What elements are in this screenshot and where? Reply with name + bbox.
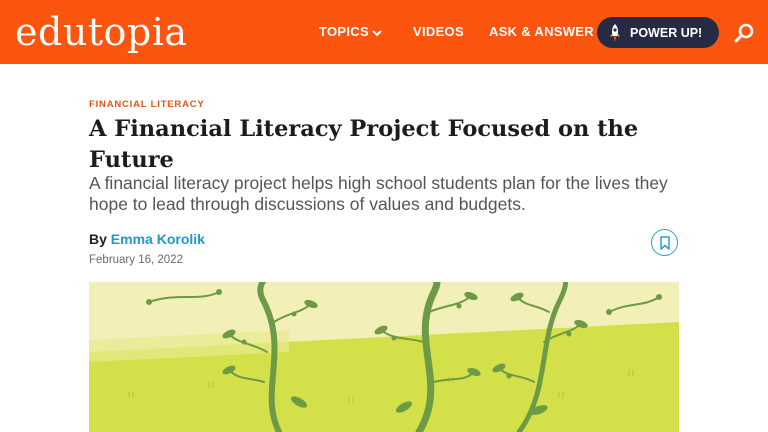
byline: By Emma Korolik	[89, 231, 205, 247]
nav-topics-label: TOPICS	[319, 24, 369, 39]
byline-prefix: By	[89, 231, 107, 247]
edutopia-logo[interactable]: edutopia	[15, 8, 188, 56]
article-title: A Financial Literacy Project Focused on …	[89, 116, 639, 173]
hero-illustration	[89, 282, 679, 432]
bookmark-button[interactable]	[651, 229, 678, 256]
author-link[interactable]: Emma Korolik	[111, 231, 205, 247]
nav-videos[interactable]: VIDEOS	[413, 23, 464, 41]
article-category[interactable]: FINANCIAL LITERACY	[89, 99, 205, 110]
site-header: edutopia TOPICS VIDEOS ASK & ANSWER POWE…	[0, 0, 768, 64]
bookmark-icon	[659, 235, 670, 250]
chevron-down-icon	[372, 29, 382, 36]
hero-illustration-art	[89, 282, 679, 432]
nav-ask-answer[interactable]: ASK & ANSWER	[489, 23, 594, 41]
rocket-icon	[610, 23, 620, 41]
power-up-label: POWER UP!	[630, 25, 703, 40]
power-up-button[interactable]: POWER UP!	[597, 17, 719, 48]
article-subtitle: A financial literacy project helps high …	[89, 173, 668, 214]
nav-topics[interactable]: TOPICS	[319, 23, 382, 41]
search-icon[interactable]	[733, 22, 755, 44]
publish-date: February 16, 2022	[89, 254, 183, 266]
